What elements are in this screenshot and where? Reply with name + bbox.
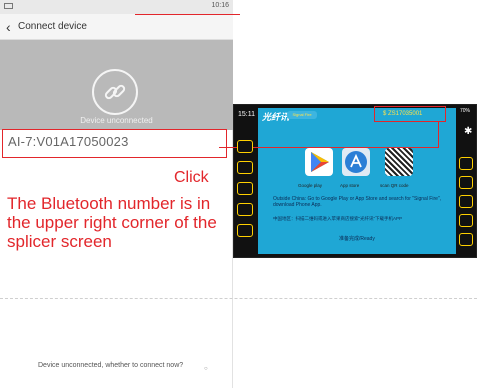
status-bar: 10:16 [0, 0, 233, 14]
page-title: Connect device [18, 21, 87, 32]
device-unconnected-label: Device unconnected [80, 116, 153, 125]
google-play-icon [305, 148, 333, 176]
bottom-message: Device unconnected, whether to connect n… [38, 362, 184, 369]
outside-china-text: Outside China: Go to Google Play or App … [273, 196, 442, 208]
left-button-2[interactable] [237, 161, 253, 174]
ready-status: 准备完成/Ready [339, 236, 375, 242]
link-glyph [104, 84, 126, 100]
status-time: 10:16 [211, 2, 229, 9]
phone-screen: 10:16 ‹ Connect device Device unconnecte… [0, 0, 240, 388]
pointer-line [135, 14, 240, 15]
notification-icon [4, 3, 13, 9]
app-store-icon [342, 148, 370, 176]
click-annotation: Click [174, 169, 209, 186]
dashed-divider [0, 298, 477, 299]
right-button-1[interactable] [459, 157, 473, 170]
connect-toggle-icon[interactable]: ○ [204, 366, 208, 372]
right-button-3[interactable] [459, 195, 473, 208]
scan-qr-label: scan QR code [380, 183, 409, 188]
right-button-5[interactable] [459, 233, 473, 246]
left-button-4[interactable] [237, 203, 253, 216]
app-store-label: App store [340, 183, 360, 188]
splicer-logo: 光纤讯 [262, 112, 290, 122]
device-id: AI-7:V01A17050023 [8, 134, 129, 149]
china-text: 中国地区：扫描二维码或进入苹果商店搜索“光纤讯”下载手机APP [273, 216, 402, 221]
battery-indicator: 70% [460, 108, 471, 114]
left-button-3[interactable] [237, 182, 253, 195]
bluetooth-number-highlight [374, 106, 446, 122]
back-icon[interactable]: ‹ [6, 19, 11, 35]
google-play-label: Google play [298, 183, 323, 188]
qr-code-icon [385, 148, 413, 176]
right-button-4[interactable] [459, 214, 473, 227]
splicer-main-panel [258, 108, 456, 254]
left-button-1[interactable] [237, 140, 253, 153]
splicer-time: 15:11 [238, 111, 255, 118]
device-list-item[interactable]: AI-7:V01A17050023 [2, 129, 227, 158]
left-button-5[interactable] [237, 224, 253, 237]
highlight-connector-vertical [438, 122, 439, 148]
play-glyph [311, 152, 329, 172]
app-store-glyph [345, 151, 367, 173]
nav-bar: ‹ Connect device [0, 14, 233, 40]
right-button-2[interactable] [459, 176, 473, 189]
bluetooth-note: The Bluetooth number is in the upper rig… [7, 194, 217, 251]
bluetooth-icon: ✱ [464, 126, 473, 137]
splicer-logo-badge: Signal Fire [287, 111, 317, 119]
link-icon [92, 69, 138, 115]
